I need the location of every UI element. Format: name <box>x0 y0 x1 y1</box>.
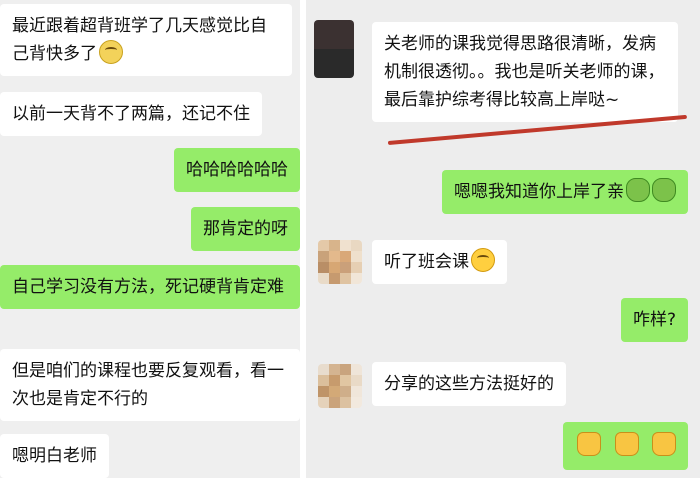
sprout-emoji-icon <box>652 178 676 202</box>
message-bubble-outgoing[interactable] <box>563 422 688 470</box>
message-text: 但是咱们的课程也要反复观看，看一次也是肯定不行的 <box>12 361 284 409</box>
message-text: 嗯明白老师 <box>12 446 97 466</box>
message-text: 最近跟着超背班学了几天感觉比自己背快多了 <box>12 16 267 64</box>
message-bubble-outgoing[interactable]: 那肯定的呀 <box>191 207 300 251</box>
message-text: 听了班会课 <box>384 252 469 272</box>
message-text: 关老师的课我觉得思路很清晰，发病机制很透彻。。我也是听关老师的课，最后靠护综考得… <box>384 34 665 110</box>
message-bubble-outgoing[interactable]: 哈哈哈哈哈哈 <box>174 148 300 192</box>
right-chat-panel: 关老师的课我觉得思路很清晰，发病机制很透彻。。我也是听关老师的课，最后靠护综考得… <box>306 0 700 478</box>
message-bubble-outgoing[interactable]: 嗯嗯我知道你上岸了亲 <box>442 170 688 214</box>
fist-emoji-icon <box>577 432 602 456</box>
message-text: 以前一天背不了两篇，还记不住 <box>12 104 250 124</box>
message-text: 嗯嗯我知道你上岸了亲 <box>454 182 624 202</box>
fist-emoji-icon <box>652 432 676 456</box>
message-text: 自己学习没有方法，死记硬背肯定难 <box>12 277 284 297</box>
contact-avatar[interactable] <box>318 364 362 408</box>
fist-emoji-icon <box>614 432 639 456</box>
message-bubble-incoming[interactable]: 分享的这些方法挺好的 <box>372 362 566 406</box>
sprout-emoji-icon <box>626 178 650 202</box>
message-bubble-incoming[interactable]: 最近跟着超背班学了几天感觉比自己背快多了 <box>0 4 292 76</box>
message-text: 分享的这些方法挺好的 <box>384 374 554 394</box>
contact-avatar[interactable] <box>318 240 362 284</box>
flushed-emoji-icon <box>471 248 495 272</box>
sweat-smile-emoji-icon <box>99 40 123 64</box>
message-text: 哈哈哈哈哈哈 <box>186 160 288 180</box>
message-bubble-incoming[interactable]: 关老师的课我觉得思路很清晰，发病机制很透彻。。我也是听关老师的课，最后靠护综考得… <box>372 22 678 122</box>
message-text: 那肯定的呀 <box>203 219 288 239</box>
message-bubble-outgoing[interactable]: 咋样? <box>620 298 688 342</box>
left-chat-panel: 最近跟着超背班学了几天感觉比自己背快多了 以前一天背不了两篇，还记不住 哈哈哈哈… <box>0 0 300 478</box>
message-text: 咋样? <box>632 310 676 330</box>
message-bubble-incoming[interactable]: 以前一天背不了两篇，还记不住 <box>0 92 262 136</box>
message-bubble-incoming[interactable]: 但是咱们的课程也要反复观看，看一次也是肯定不行的 <box>0 349 300 421</box>
message-bubble-incoming[interactable]: 听了班会课 <box>372 240 507 284</box>
contact-avatar[interactable] <box>314 20 354 78</box>
message-bubble-outgoing[interactable]: 自己学习没有方法，死记硬背肯定难 <box>0 265 300 309</box>
message-bubble-incoming[interactable]: 嗯明白老师 <box>0 434 109 478</box>
